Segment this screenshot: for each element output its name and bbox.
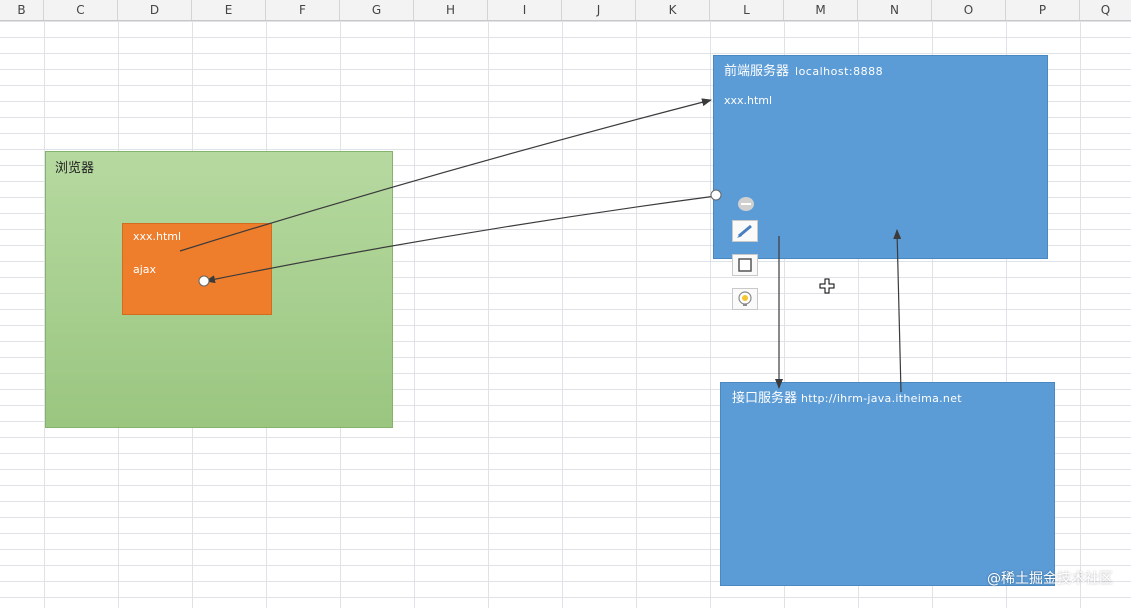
style-brush-button[interactable]: [732, 220, 758, 242]
api-server-shape[interactable]: 接口服务器 http://ihrm-java.itheima.net: [720, 382, 1055, 586]
frontend-server-shape[interactable]: 前端服务器 localhost:8888 xxx.html: [713, 55, 1048, 259]
shape-outline-button[interactable]: [732, 254, 758, 276]
frontend-server-title: 前端服务器 localhost:8888: [724, 60, 883, 79]
style-brush-icon: [737, 224, 752, 238]
api-server-url: http://ihrm-java.itheima.net: [801, 392, 962, 405]
api-server-title: 接口服务器 http://ihrm-java.itheima.net: [732, 387, 962, 406]
column-header-i[interactable]: I: [488, 0, 562, 20]
column-header-b[interactable]: B: [0, 0, 44, 20]
column-header-q[interactable]: Q: [1080, 0, 1131, 20]
shape-outline-icon: [738, 258, 752, 272]
column-header-f[interactable]: F: [266, 0, 340, 20]
column-header-e[interactable]: E: [192, 0, 266, 20]
column-header-n[interactable]: N: [858, 0, 932, 20]
column-header-c[interactable]: C: [44, 0, 118, 20]
column-header-k[interactable]: K: [636, 0, 710, 20]
column-header-d[interactable]: D: [118, 0, 192, 20]
browser-label: 浏览器: [55, 161, 95, 176]
column-header: B C D E F G H I J K L M N O P Q: [0, 0, 1131, 21]
column-header-m[interactable]: M: [784, 0, 858, 20]
column-header-p[interactable]: P: [1006, 0, 1080, 20]
api-server-label: 接口服务器: [732, 391, 798, 406]
column-header-h[interactable]: H: [414, 0, 488, 20]
frontend-server-file: xxx.html: [724, 94, 773, 107]
page-file-label: xxx.html: [133, 230, 182, 243]
column-header-l[interactable]: L: [710, 0, 784, 20]
page-ajax-label: ajax: [133, 263, 157, 276]
frontend-server-host: localhost:8888: [795, 65, 884, 78]
watermark: @稀土掘金技术社区: [987, 571, 1113, 587]
collapse-icon[interactable]: [737, 196, 755, 212]
frontend-server-label: 前端服务器: [724, 64, 790, 79]
page-shape[interactable]: xxx.html ajax: [122, 223, 272, 315]
column-header-g[interactable]: G: [340, 0, 414, 20]
column-header-j[interactable]: J: [562, 0, 636, 20]
idea-bulb-button[interactable]: [732, 288, 758, 310]
idea-bulb-icon: [738, 291, 752, 306]
column-header-o[interactable]: O: [932, 0, 1006, 20]
